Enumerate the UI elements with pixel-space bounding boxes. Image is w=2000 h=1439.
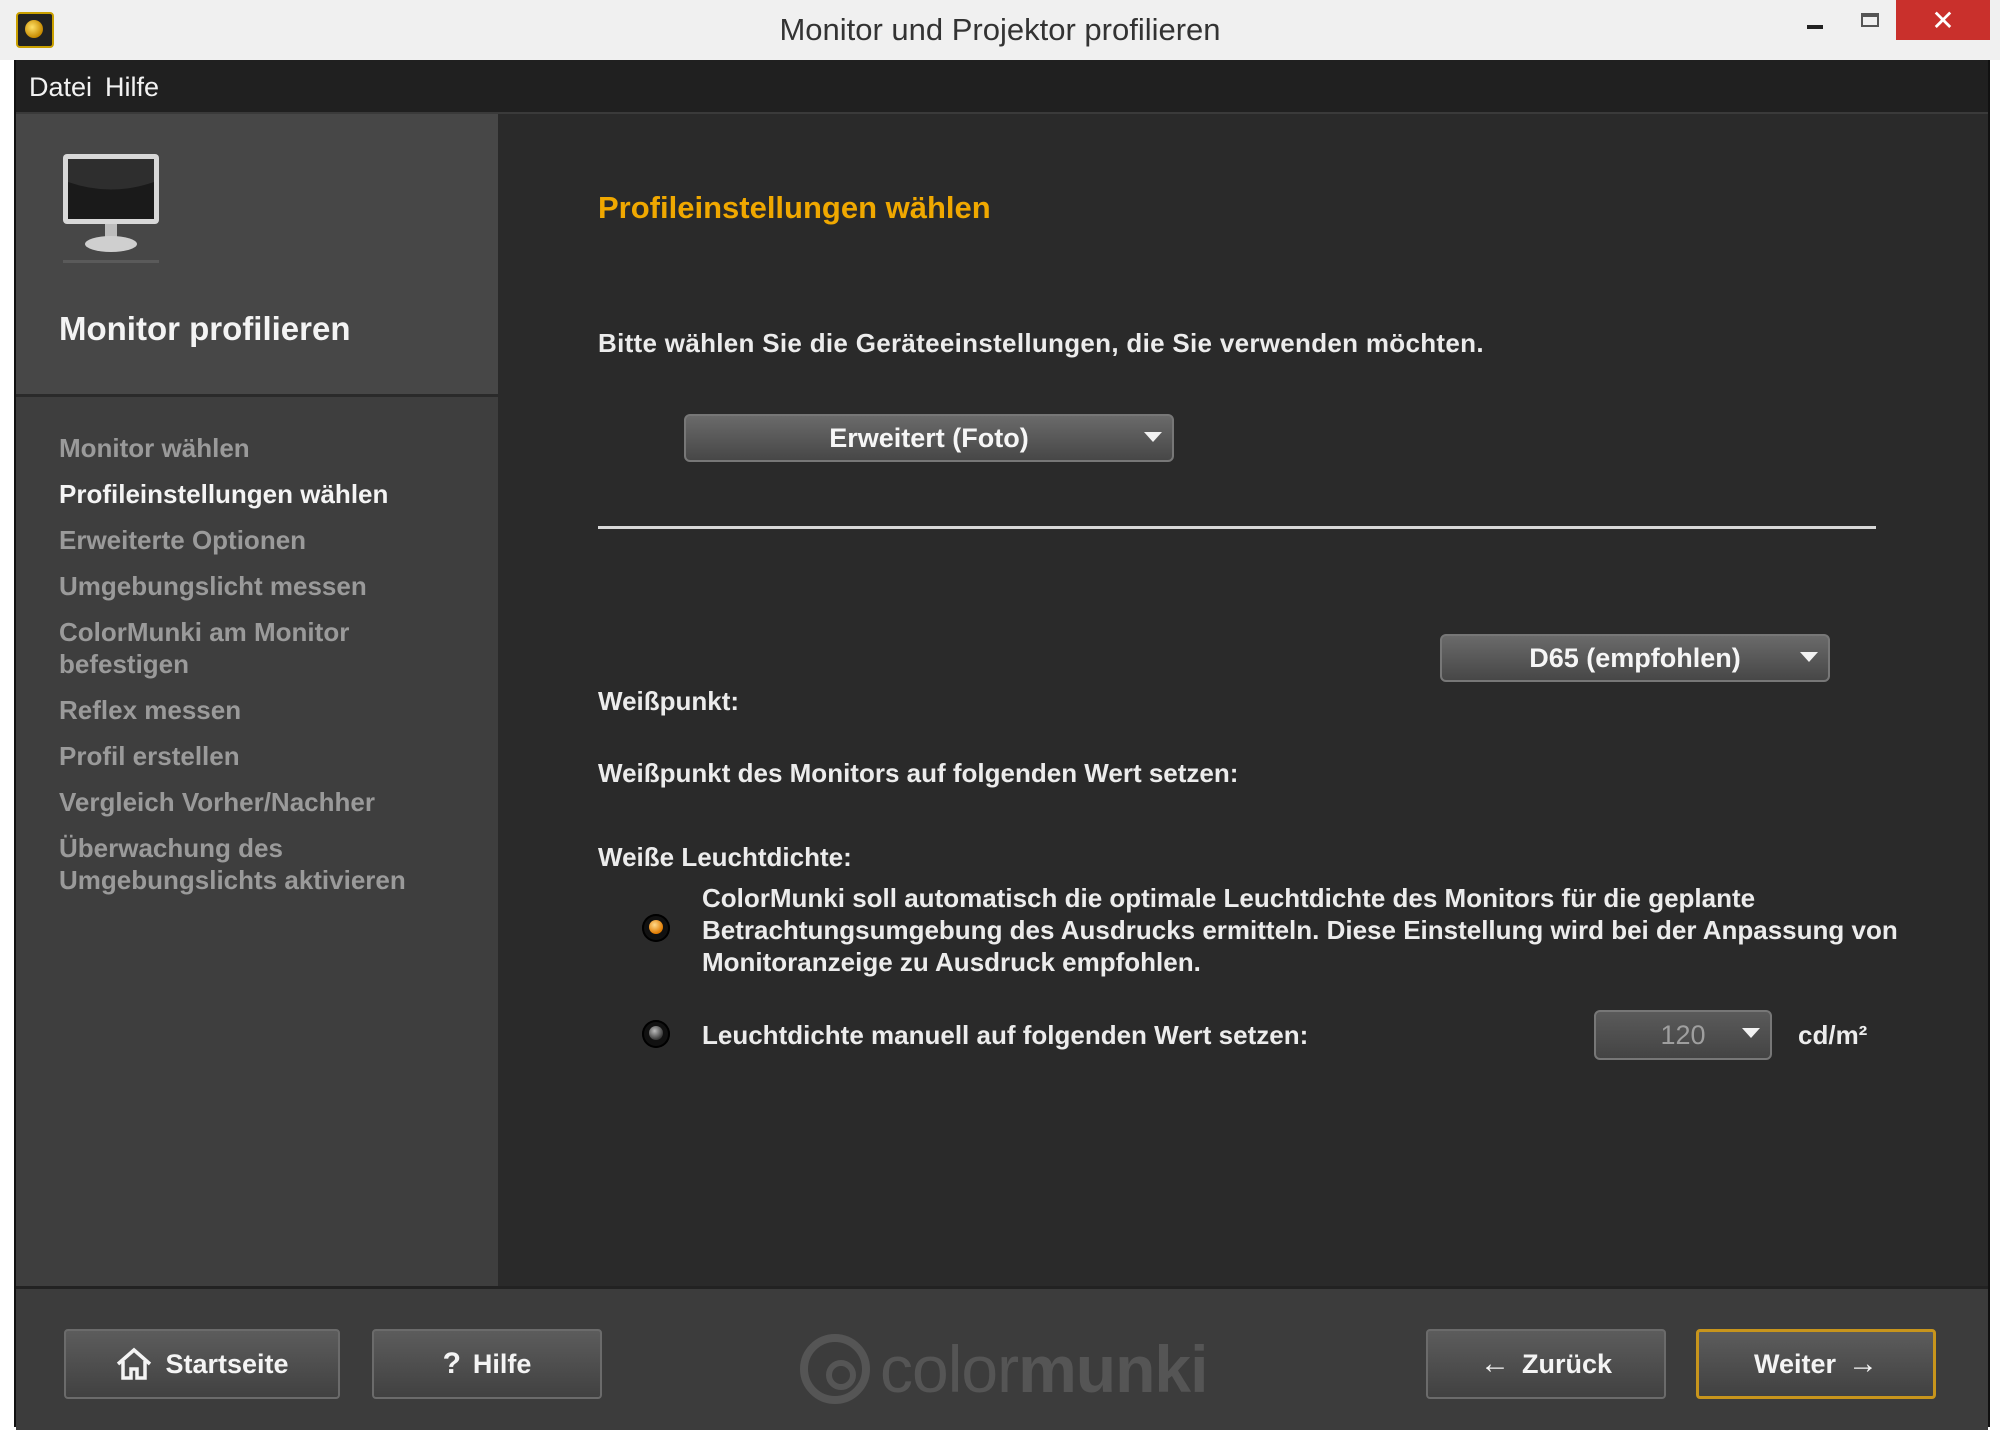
arrow-left-icon: ← [1479, 1347, 1510, 1380]
step-monitor-waehlen[interactable]: Monitor wählen [59, 432, 479, 464]
mode-select[interactable]: Erweitert (Foto) [684, 414, 1174, 462]
title-bar: Monitor und Projektor profilieren ✕ [0, 0, 2000, 60]
sidebar-title: Monitor profilieren [59, 310, 351, 347]
manual-luminance-label: Leuchtdichte manuell auf folgenden Wert … [702, 1020, 1309, 1050]
home-icon [117, 1347, 152, 1380]
menu-bar: Datei Hilfe [16, 60, 1988, 114]
step-umgebungslicht-messen[interactable]: Umgebungslicht messen [59, 570, 479, 602]
whitepoint-select-value: D65 (empfohlen) [1529, 642, 1741, 673]
prompt-text: Bitte wählen Sie die Geräteeinstellungen… [598, 328, 1484, 358]
step-vergleich[interactable]: Vergleich Vorher/Nachher [59, 786, 479, 818]
menu-datei[interactable]: Datei [29, 72, 92, 103]
home-button-label: Startseite [165, 1348, 289, 1379]
help-button-label: Hilfe [472, 1348, 532, 1379]
whitepoint-section-label: Weißpunkt: [598, 686, 740, 716]
footer-bar: Startseite ? Hilfe colormunki ← Zurück W… [16, 1286, 1988, 1430]
menu-hilfe[interactable]: Hilfe [105, 72, 159, 103]
whitepoint-select[interactable]: D65 (empfohlen) [1440, 634, 1830, 682]
step-list: Monitor wählen Profileinstellungen wähle… [59, 432, 479, 910]
luminance-select[interactable]: 120 [1594, 1010, 1772, 1060]
next-button-label: Weiter [1753, 1348, 1837, 1379]
help-button[interactable]: ? Hilfe [372, 1329, 602, 1399]
maximize-icon [1861, 13, 1879, 27]
minimize-button[interactable] [1790, 0, 1840, 40]
radio-auto-luminance[interactable] [642, 914, 670, 942]
chevron-down-icon [1800, 652, 1818, 662]
close-button[interactable]: ✕ [1896, 0, 1990, 40]
logo-text-light: color [880, 1332, 1019, 1406]
chevron-down-icon [1144, 432, 1162, 442]
step-reflex-messen[interactable]: Reflex messen [59, 694, 479, 726]
next-button[interactable]: Weiter → [1696, 1329, 1936, 1399]
step-profil-erstellen[interactable]: Profil erstellen [59, 740, 479, 772]
colormunki-logo-mark [800, 1334, 870, 1404]
window-title: Monitor und Projektor profilieren [779, 12, 1221, 47]
luminance-unit: cd/m² [1798, 1020, 1868, 1050]
maximize-button[interactable] [1845, 0, 1895, 40]
question-icon: ? [442, 1347, 461, 1380]
step-ueberwachung[interactable]: Überwachung des Umgebungslichts aktivier… [59, 832, 479, 896]
arrow-right-icon: → [1848, 1347, 1879, 1380]
step-colormunki-befestigen[interactable]: ColorMunki am Monitor befestigen [59, 616, 479, 680]
step-erweiterte-optionen[interactable]: Erweiterte Optionen [59, 524, 479, 556]
colormunki-logo: colormunki [800, 1329, 1208, 1409]
mode-select-value: Erweitert (Foto) [829, 422, 1029, 453]
page-title: Profileinstellungen wählen [598, 190, 991, 225]
main-panel: Profileinstellungen wählen Bitte wählen … [498, 114, 1988, 1286]
monitor-icon [63, 154, 159, 263]
auto-luminance-text: ColorMunki soll automatisch die optimale… [702, 883, 1898, 977]
whitepoint-row-label: Weißpunkt des Monitors auf folgenden Wer… [598, 758, 1239, 788]
home-button[interactable]: Startseite [64, 1329, 340, 1399]
minimize-icon [1807, 25, 1823, 29]
step-profileinstellungen[interactable]: Profileinstellungen wählen [59, 478, 479, 510]
luminance-select-value: 120 [1660, 1019, 1706, 1050]
back-button-label: Zurück [1521, 1348, 1613, 1379]
sidebar: Monitor profilieren Monitor wählen Profi… [16, 114, 498, 1286]
luminance-section-label: Weiße Leuchtdichte: [598, 842, 852, 872]
logo-text-bold: munki [1018, 1332, 1208, 1406]
sidebar-header: Monitor profilieren [16, 114, 498, 397]
chevron-down-icon [1742, 1028, 1760, 1038]
app-frame: Datei Hilfe Monitor profilieren Monitor … [14, 60, 1990, 1430]
radio-manual-luminance[interactable] [642, 1020, 670, 1048]
divider [598, 526, 1876, 529]
back-button[interactable]: ← Zurück [1426, 1329, 1666, 1399]
